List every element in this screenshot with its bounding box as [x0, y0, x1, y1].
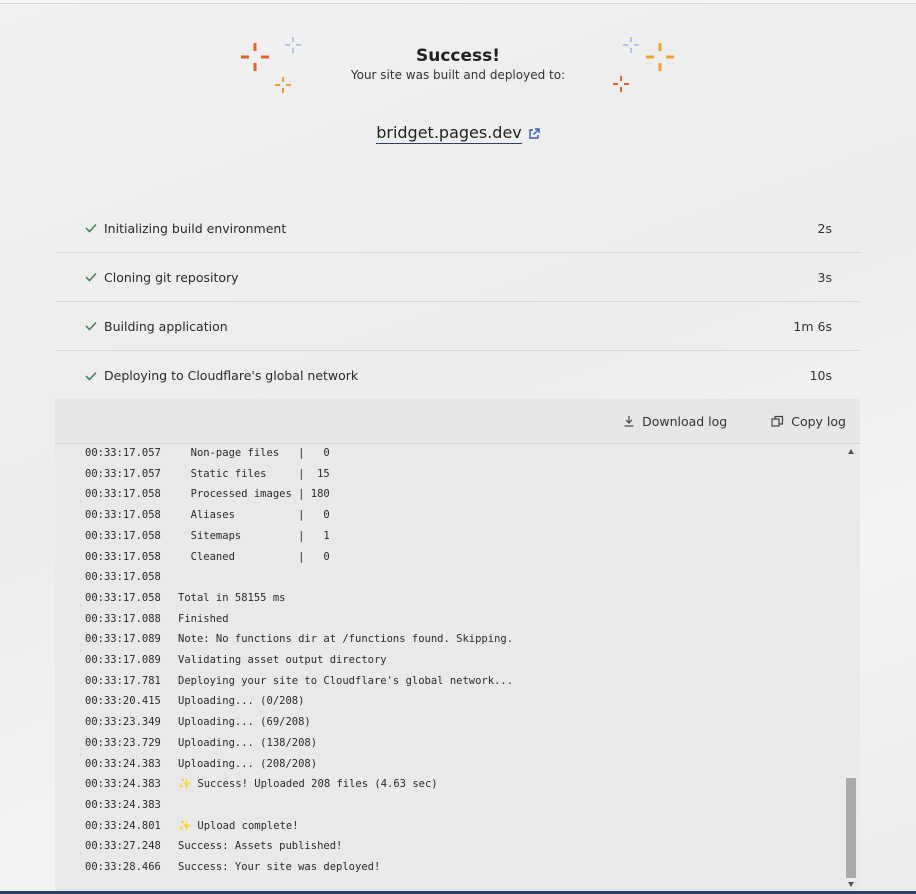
log-message: Static files | 15	[178, 467, 330, 480]
build-steps-list: Initializing build environment 2s Clonin…	[55, 204, 860, 400]
step-label: Initializing build environment	[104, 220, 287, 236]
build-log-panel[interactable]: 00:33:17.057 Non-page files | 0 00:33:17.…	[55, 444, 860, 894]
log-message: Deploying your site to Cloudflare's glob…	[178, 674, 514, 687]
log-line: 00:33:20.415 Uploading... (0/208)	[85, 691, 304, 711]
build-step[interactable]: Building application 1m 6s	[55, 302, 860, 351]
step-label: Cloning git repository	[104, 269, 239, 285]
log-line: 00:33:23.729 Uploading... (138/208)	[85, 733, 317, 753]
log-message: Uploading... (208/208)	[178, 757, 318, 770]
log-message: Non-page files | 0	[178, 447, 330, 459]
site-link-row: bridget.pages.dev	[0, 123, 916, 144]
log-timestamp: 00:33:23.729	[85, 736, 161, 749]
log-timestamp: 00:33:17.089	[85, 654, 161, 666]
log-line: 00:33:17.058 Total in 58155 ms	[85, 588, 285, 608]
success-header: Success! Your site was built and deploye…	[0, 40, 916, 82]
log-line: 00:33:24.801 ✨ Upload complete!	[85, 816, 299, 836]
log-message: Validating asset output directory	[178, 654, 387, 666]
log-scrollbar[interactable]	[846, 444, 858, 894]
log-timestamp: 00:33:24.383	[85, 778, 161, 791]
download-icon	[624, 416, 634, 427]
log-line: 00:33:23.349 Uploading... (69/208)	[85, 712, 311, 732]
log-timestamp: 00:33:17.089	[85, 633, 161, 646]
step-label: Building application	[104, 318, 228, 334]
log-line: 00:33:17.089 Validating asset output dire…	[85, 650, 387, 670]
log-line: 00:33:24.383	[85, 795, 178, 815]
external-link-icon[interactable]	[528, 127, 540, 140]
log-line: 00:33:17.058	[85, 567, 178, 587]
log-timestamp: 00:33:24.801	[85, 819, 161, 832]
log-line: 00:33:28.466 Success: Your site was deplo…	[85, 857, 380, 877]
log-message: Total in 58155 ms	[178, 591, 286, 604]
check-icon	[85, 223, 97, 233]
log-message: Finished	[178, 612, 229, 625]
copy-icon	[771, 415, 784, 427]
log-message: Processed images | 180	[178, 488, 330, 501]
step-duration: 10s	[809, 368, 832, 383]
log-message: Sitemaps | 1	[178, 529, 330, 542]
log-line: 00:33:17.781 Deploying your site to Cloud…	[85, 671, 513, 691]
check-icon	[85, 272, 97, 282]
success-title: Success!	[415, 46, 501, 66]
log-timestamp: 00:33:27.248	[85, 840, 161, 853]
check-icon	[85, 321, 97, 331]
site-url-link[interactable]: bridget.pages.dev	[376, 123, 522, 144]
step-duration: 3s	[817, 269, 832, 285]
log-timestamp: 00:33:17.057	[85, 467, 161, 480]
log-toolbar: Download log Copy log	[55, 399, 860, 444]
top-divider	[0, 0, 916, 4]
log-message: Uploading... (138/208)	[178, 736, 318, 749]
build-step[interactable]: Cloning git repository 3s	[55, 253, 860, 302]
log-message: Cleaned | 0	[178, 550, 330, 563]
build-step[interactable]: Deploying to Cloudflare's global network…	[55, 351, 860, 400]
step-duration: 2s	[817, 220, 832, 236]
log-message: Success: Assets published!	[178, 840, 343, 853]
log-line: 00:33:27.248 Success: Assets published!	[85, 836, 342, 856]
log-timestamp: 00:33:17.058	[85, 488, 161, 501]
copy-log-button[interactable]: Copy log	[771, 414, 846, 429]
log-timestamp: 00:33:24.383	[85, 757, 161, 770]
download-log-button[interactable]: Download log	[623, 414, 727, 429]
log-line: 00:33:24.383 ✨ Success! Uploaded 208 file…	[85, 774, 438, 794]
check-icon	[85, 371, 97, 381]
log-timestamp: 00:33:17.058	[85, 509, 161, 522]
log-timestamp: 00:33:20.415	[85, 695, 161, 708]
log-message: Uploading... (69/208)	[178, 716, 311, 729]
log-timestamp: 00:33:24.383	[85, 798, 161, 811]
log-line: 00:33:17.057 Static files | 15	[85, 464, 330, 484]
scrollbar-thumb[interactable]	[846, 778, 856, 878]
log-timestamp: 00:33:17.058	[85, 550, 161, 563]
log-timestamp: 00:33:17.057	[85, 447, 161, 459]
log-line: 00:33:17.058 Aliases | 0	[85, 505, 330, 525]
scroll-up-icon[interactable]	[848, 449, 854, 454]
log-line: 00:33:17.058 Processed images | 180	[85, 484, 330, 504]
log-timestamp: 00:33:17.781	[85, 674, 161, 687]
log-message: Aliases | 0	[178, 509, 330, 522]
log-line: 00:33:17.088 Finished	[85, 609, 229, 629]
log-message: ✨ Upload complete!	[178, 819, 299, 832]
log-timestamp: 00:33:28.466	[85, 861, 161, 873]
log-line: 00:33:17.058 Sitemaps | 1	[85, 526, 330, 546]
log-line: 00:33:24.383 Uploading... (208/208)	[85, 754, 317, 774]
log-message: Success: Your site was deployed!	[178, 861, 381, 873]
step-label: Deploying to Cloudflare's global network	[104, 368, 359, 383]
scroll-down-icon[interactable]	[848, 882, 854, 887]
download-log-label: Download log	[642, 413, 728, 429]
step-duration: 1m 6s	[793, 318, 832, 334]
log-timestamp: 00:33:17.058	[85, 591, 161, 604]
success-subtitle: Your site was built and deployed to:	[350, 68, 566, 82]
log-timestamp: 00:33:17.088	[85, 612, 161, 625]
copy-log-label: Copy log	[791, 413, 846, 429]
log-message: Uploading... (0/208)	[178, 695, 305, 708]
log-timestamp: 00:33:23.349	[85, 716, 161, 729]
log-message: Note: No functions dir at /functions fou…	[178, 633, 514, 646]
log-timestamp: 00:33:17.058	[85, 529, 161, 542]
log-message: ✨ Success! Uploaded 208 files (4.63 sec)	[178, 778, 438, 791]
log-timestamp: 00:33:17.058	[85, 571, 161, 584]
log-line: 00:33:17.057 Non-page files | 0	[85, 444, 330, 463]
log-line: 00:33:17.058 Cleaned | 0	[85, 547, 330, 567]
log-line: 00:33:17.089 Note: No functions dir at /f…	[85, 629, 513, 649]
build-step[interactable]: Initializing build environment 2s	[55, 204, 860, 253]
